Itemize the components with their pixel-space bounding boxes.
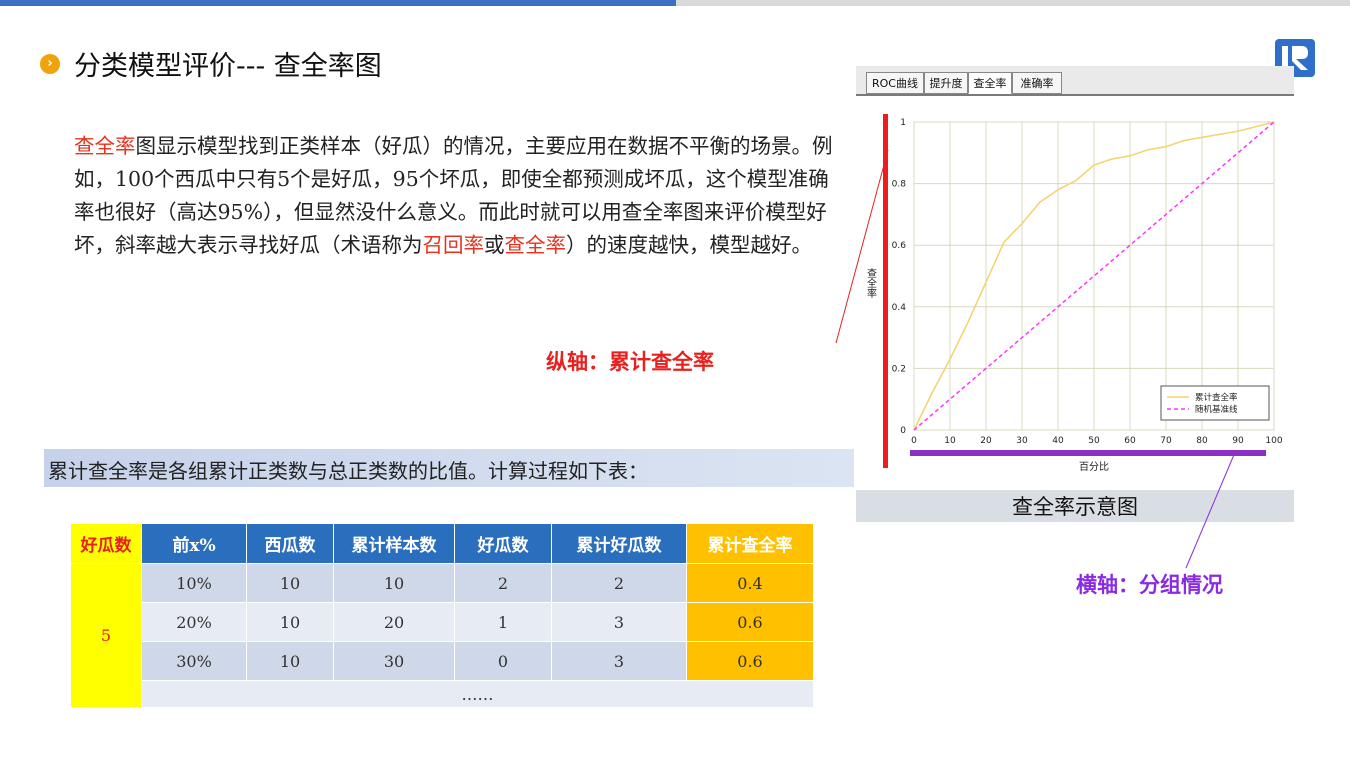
- paragraph-text-2: 或: [484, 233, 505, 257]
- table-cell-recall: 0.6: [686, 641, 814, 681]
- summary-text: 累计查全率是各组累计正类数与总正类数的比值。计算过程如下表：: [48, 459, 648, 483]
- chart-caption: 查全率示意图: [856, 490, 1294, 522]
- table-cell: 10: [246, 641, 334, 681]
- table-cell: 0: [454, 641, 552, 681]
- y-axis-label: 查全率: [865, 267, 877, 299]
- table-cell: 20: [333, 602, 455, 642]
- x-tick-label: 70: [1160, 436, 1172, 446]
- table-ellipsis: ……: [141, 680, 814, 708]
- tab-recall[interactable]: 查全率: [968, 72, 1012, 94]
- table-cell: 30: [333, 641, 455, 681]
- table-row: 30% 10 30 0 3 0.6: [71, 641, 814, 681]
- table-row: 5 10% 10 10 2 2 0.4: [70, 563, 814, 708]
- table-cell: 20%: [141, 602, 247, 642]
- col-header-cum-recall: 累计查全率: [686, 523, 814, 564]
- y-tick-label: 0: [900, 426, 906, 436]
- x-tick-label: 20: [980, 436, 992, 446]
- x-axis-label: 百分比: [1079, 461, 1109, 473]
- table-header-row: 好瓜数 前x% 西瓜数 累计样本数 好瓜数 累计好瓜数 累计查全率: [70, 523, 814, 564]
- x-tick-label: 30: [1016, 436, 1028, 446]
- recall-chart: 0 10 20 30 40 50 60 70 80 90 100 0 0.2 0.4 0.6 0.8 1 查全率百…: [865, 114, 1283, 473]
- table-cell: 10: [246, 602, 334, 642]
- table-cell: 10: [333, 563, 455, 603]
- paragraph-text-3: ）的速度越快，模型越好。: [566, 233, 812, 257]
- x-axis-highlight: [910, 450, 1266, 456]
- col-header-cum-samples: 累计样本数: [333, 523, 455, 564]
- table-cell-recall: 0.4: [686, 563, 814, 603]
- chevron-right-icon: ›: [40, 53, 60, 74]
- description-paragraph: 查全率图显示模型找到正类样本（好瓜）的情况，主要应用在数据不平衡的场景。例如，1…: [74, 130, 834, 262]
- tab-lift[interactable]: 提升度: [924, 72, 968, 94]
- col-header-top-percent: 前x%: [141, 523, 247, 564]
- y-tick-label: 0.4: [892, 303, 907, 313]
- chart-tab-bar: ROC曲线 提升度 查全率 准确率: [856, 66, 1294, 96]
- top-gray-bar: [676, 0, 1350, 6]
- x-tick-label: 60: [1124, 436, 1136, 446]
- x-tick-label: 80: [1196, 436, 1208, 446]
- table-cell: 2: [551, 563, 687, 603]
- legend-label: 随机基准线: [1195, 404, 1238, 415]
- x-tick-label: 0: [911, 436, 917, 446]
- x-tick-label: 50: [1088, 436, 1100, 446]
- table-cell: 3: [551, 602, 687, 642]
- legend-label: 累计查全率: [1195, 392, 1238, 403]
- y-tick-label: 1: [900, 118, 906, 128]
- group-cell: 5: [70, 563, 142, 708]
- col-header-cum-good: 累计好瓜数: [551, 523, 687, 564]
- tab-precision[interactable]: 准确率: [1012, 72, 1062, 94]
- table-row-ellipsis: ……: [71, 680, 814, 708]
- top-accent-bar: [0, 0, 676, 6]
- title-row: › 分类模型评价--- 查全率图: [40, 44, 382, 83]
- table-cell: 30%: [141, 641, 247, 681]
- table-cell: 10%: [141, 563, 247, 603]
- y-tick-label: 0.8: [892, 180, 907, 190]
- col-header-good-count: 好瓜数: [70, 523, 142, 564]
- page-title: 分类模型评价--- 查全率图: [74, 51, 382, 82]
- y-tick-label: 0.6: [892, 241, 907, 251]
- highlight-recall-term-2: 查全率: [504, 233, 567, 257]
- x-axis-annotation: 横轴：分组情况: [1076, 572, 1223, 597]
- table-cell: 1: [454, 602, 552, 642]
- calculation-table: 好瓜数 前x% 西瓜数 累计样本数 好瓜数 累计好瓜数 累计查全率 5 10% …: [70, 523, 814, 708]
- table-cell: 10: [246, 563, 334, 603]
- tab-roc[interactable]: ROC曲线: [866, 72, 924, 94]
- y-axis-highlight: [883, 114, 888, 468]
- col-header-good-melons: 好瓜数: [454, 523, 552, 564]
- y-axis-annotation: 纵轴：累计查全率: [546, 349, 714, 374]
- x-tick-label: 40: [1052, 436, 1064, 446]
- highlight-recall-rate: 召回率: [422, 233, 485, 257]
- table-cell-recall: 0.6: [686, 602, 814, 642]
- table-row: 20% 10 20 1 3 0.6: [71, 602, 814, 642]
- col-header-melon-count: 西瓜数: [246, 523, 334, 564]
- table-cell: 3: [551, 641, 687, 681]
- x-tick-label: 90: [1232, 436, 1244, 446]
- table-cell: 2: [454, 563, 552, 603]
- x-tick-label: 10: [944, 436, 956, 446]
- y-tick-label: 0.2: [892, 364, 906, 374]
- highlight-recall-term: 查全率: [74, 134, 136, 158]
- x-tick-label: 100: [1265, 436, 1282, 446]
